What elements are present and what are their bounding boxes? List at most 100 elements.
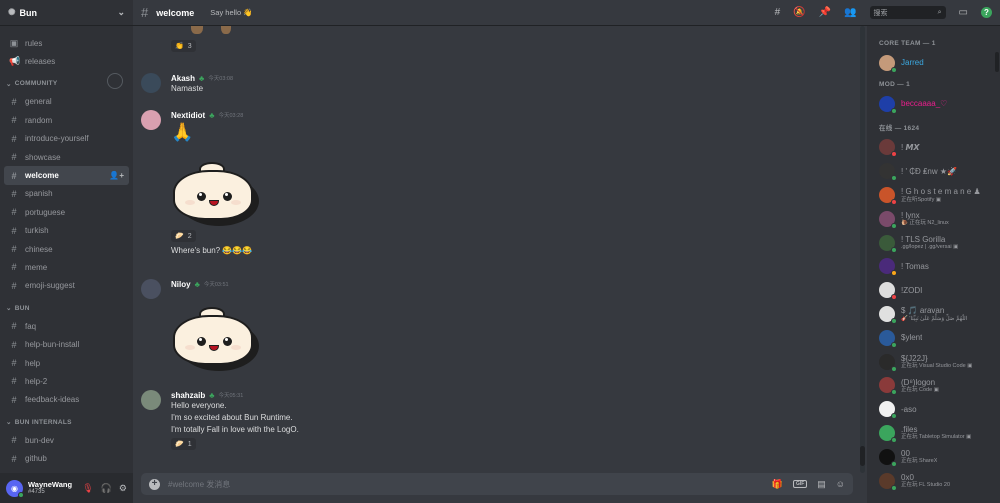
avatar[interactable] bbox=[141, 390, 161, 410]
channel-label: emoji-suggest bbox=[25, 281, 75, 291]
avatar[interactable] bbox=[879, 210, 897, 229]
member-item[interactable]: ! Tomas bbox=[873, 255, 994, 279]
member-item[interactable]: 0x0 正在玩 FL Studio 20 bbox=[873, 469, 994, 493]
server-header[interactable]: ✺ Bun ⌄ bbox=[0, 0, 133, 26]
member-item[interactable]: ! 𝙈𝙓 bbox=[873, 136, 994, 160]
avatar[interactable] bbox=[879, 448, 897, 467]
member-name: ! lynx bbox=[901, 211, 920, 221]
pin-icon[interactable]: 📌 bbox=[819, 7, 831, 18]
member-name: ! Tomas bbox=[901, 261, 929, 271]
channel-bun-dev[interactable]: # bun-dev bbox=[4, 431, 129, 449]
avatar[interactable] bbox=[141, 279, 161, 299]
member-info: !ZODI bbox=[901, 286, 922, 295]
avatar[interactable] bbox=[879, 234, 897, 253]
message-author[interactable]: Akash bbox=[171, 74, 195, 83]
category-header[interactable]: ⌄ BUN bbox=[4, 299, 129, 317]
avatar[interactable] bbox=[879, 329, 897, 348]
scrollbar-thumb[interactable] bbox=[995, 52, 999, 72]
channel-random[interactable]: # random bbox=[4, 111, 129, 129]
avatar[interactable] bbox=[879, 401, 897, 420]
headphones-icon[interactable]: 🎧 bbox=[101, 483, 112, 494]
avatar[interactable] bbox=[879, 306, 897, 325]
channel-help-bun-install[interactable]: # help-bun-install bbox=[4, 335, 129, 353]
member-item[interactable]: !ZODI bbox=[873, 278, 994, 302]
chevron-down-icon[interactable]: ⌄ bbox=[117, 7, 125, 18]
channel-introduce-yourself[interactable]: # introduce-yourself bbox=[4, 130, 129, 148]
threads-icon[interactable]: # bbox=[775, 7, 781, 18]
emoji-icon[interactable]: ☺ bbox=[836, 479, 845, 489]
member-item[interactable]: ! ' ₵Ð ₤nw ★🚀 bbox=[873, 159, 994, 183]
channel-welcome[interactable]: # welcome 👤+ bbox=[4, 166, 129, 185]
message-timestamp: 今天03:51 bbox=[203, 282, 229, 288]
message-input[interactable] bbox=[168, 479, 764, 489]
channel-github[interactable]: # github bbox=[4, 449, 129, 467]
help-icon[interactable]: ? bbox=[981, 7, 992, 18]
member-activity: .gg/lopez | .gg/versai ▣ bbox=[901, 244, 959, 251]
gear-icon[interactable]: ⚙ bbox=[119, 483, 127, 494]
reaction-chip[interactable]: 🥟 1 bbox=[171, 438, 196, 450]
gif-icon[interactable]: GIF bbox=[792, 480, 808, 488]
channel-meme[interactable]: # meme bbox=[4, 258, 129, 276]
channel-faq[interactable]: # faq bbox=[4, 317, 129, 335]
avatar[interactable]: ◉ bbox=[6, 479, 24, 498]
category-label: BUN INTERNALS bbox=[14, 418, 72, 426]
avatar[interactable] bbox=[879, 139, 897, 158]
member-group-header: MOD — 1 bbox=[879, 80, 910, 88]
member-item[interactable]: $ 🎵 aravan 🎸 'اللّهُمَّ صَلِّ وَسَلِّمْ ع… bbox=[873, 302, 994, 326]
category-header[interactable]: ⌄ COMMUNITY bbox=[4, 72, 129, 93]
avatar[interactable] bbox=[879, 282, 897, 301]
channel-portuguese[interactable]: # portuguese bbox=[4, 203, 129, 221]
notification-bell-icon[interactable]: 🔕 bbox=[793, 7, 805, 18]
member-item[interactable]: (D⁸)logon 正在玩 Code ▣ bbox=[873, 374, 994, 398]
member-item[interactable]: 00 正在玩 ShareX bbox=[873, 445, 994, 469]
avatar[interactable] bbox=[879, 425, 897, 444]
inbox-icon[interactable]: ▭ bbox=[959, 7, 968, 18]
member-list-icon[interactable]: 👥 bbox=[844, 7, 856, 18]
avatar[interactable] bbox=[141, 73, 161, 93]
channel-feedback-ideas[interactable]: # feedback-ideas bbox=[4, 391, 129, 409]
plus-icon[interactable]: + bbox=[149, 478, 160, 490]
scrollbar-thumb[interactable] bbox=[860, 446, 865, 466]
mute-mic-icon[interactable]: 🎙 bbox=[82, 483, 93, 494]
channel-releases[interactable]: 📢 releases bbox=[4, 52, 129, 70]
member-item[interactable]: Jarred bbox=[873, 51, 994, 75]
message-author[interactable]: Nextidiot bbox=[171, 111, 205, 120]
gift-icon[interactable]: 🎁 bbox=[772, 479, 783, 490]
channel-help-2[interactable]: # help-2 bbox=[4, 372, 129, 390]
member-item[interactable]: beccaaaa_♡ bbox=[873, 92, 994, 116]
message-author[interactable]: shahzaib bbox=[171, 391, 205, 400]
avatar[interactable] bbox=[879, 353, 897, 372]
member-item[interactable]: .files 正在玩 Tabletop Simulator ▣ bbox=[873, 421, 994, 445]
channel-rules[interactable]: ▣ rules bbox=[4, 34, 129, 52]
add-member-icon[interactable]: 👤+ bbox=[109, 171, 124, 180]
channel-emoji-suggest[interactable]: # emoji-suggest bbox=[4, 277, 129, 295]
reaction-chip[interactable]: 🥟 2 bbox=[171, 230, 196, 242]
avatar[interactable] bbox=[879, 95, 897, 114]
avatar[interactable] bbox=[879, 472, 897, 491]
avatar[interactable] bbox=[879, 377, 897, 396]
member-item[interactable]: -aso bbox=[873, 397, 994, 421]
scrollbar-track[interactable] bbox=[860, 26, 865, 473]
reaction-chip[interactable]: 👏 3 bbox=[171, 40, 196, 52]
avatar[interactable] bbox=[141, 110, 161, 130]
member-item[interactable]: ${J22J} 正在玩 Visual Studio Code ▣ bbox=[873, 350, 994, 374]
status-icon bbox=[891, 389, 897, 396]
avatar[interactable] bbox=[879, 187, 897, 206]
category-header[interactable]: ⌄ BUN INTERNALS bbox=[4, 413, 129, 431]
member-item[interactable]: ! lynx 🐌 正在玩 N2_linux bbox=[873, 207, 994, 231]
member-item[interactable]: ! G h o s t e m a n e ♟ 正在听Spotify ▣ bbox=[873, 183, 994, 207]
channel-help[interactable]: # help bbox=[4, 354, 129, 372]
avatar[interactable] bbox=[879, 258, 897, 277]
search-box[interactable]: 搜索 ⌕ bbox=[869, 6, 946, 19]
channel-chinese[interactable]: # chinese bbox=[4, 240, 129, 258]
channel-turkish[interactable]: # turkish bbox=[4, 222, 129, 240]
member-item[interactable]: $ylent bbox=[873, 326, 994, 350]
channel-showcase[interactable]: # showcase bbox=[4, 148, 129, 166]
avatar[interactable] bbox=[879, 163, 897, 182]
channel-spanish[interactable]: # spanish bbox=[4, 185, 129, 203]
member-item[interactable]: ! TLS Gorilla .gg/lopez | .gg/versai ▣ bbox=[873, 231, 994, 255]
avatar[interactable] bbox=[879, 54, 897, 73]
message-author[interactable]: Niloy bbox=[171, 280, 191, 289]
channel-general[interactable]: # general bbox=[4, 93, 129, 111]
sticker-icon[interactable]: ▤ bbox=[817, 479, 826, 490]
